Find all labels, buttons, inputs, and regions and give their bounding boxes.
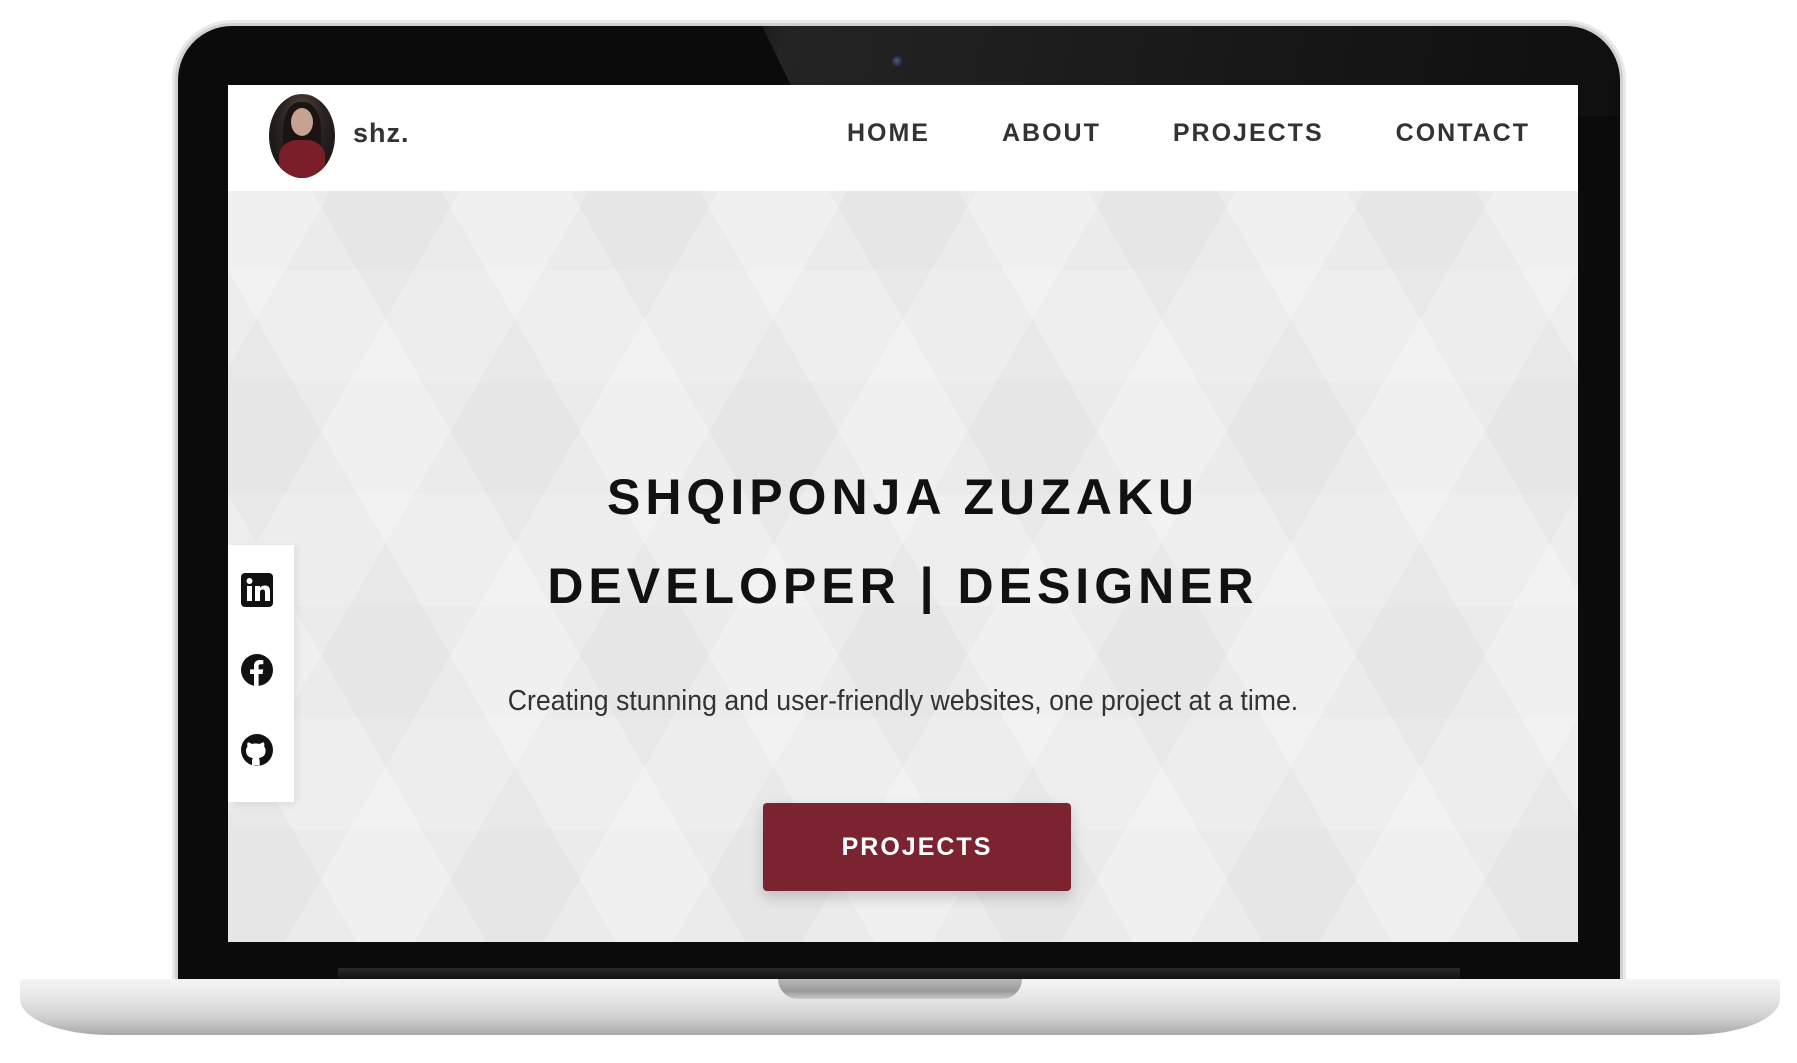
avatar[interactable] bbox=[269, 94, 335, 178]
nav-about[interactable]: ABOUT bbox=[1002, 119, 1101, 148]
navbar: shz. HOME ABOUT PROJECTS CONTACT bbox=[228, 85, 1578, 191]
hero-name: SHQIPONJA ZUZAKU bbox=[606, 469, 1200, 525]
hero-role: DEVELOPER | DESIGNER bbox=[547, 558, 1259, 614]
laptop-screen: shz. HOME ABOUT PROJECTS CONTACT SHQIPON… bbox=[228, 85, 1578, 942]
github-icon[interactable] bbox=[240, 731, 274, 769]
nav-links: HOME ABOUT PROJECTS CONTACT bbox=[847, 119, 1530, 148]
nav-home[interactable]: HOME bbox=[847, 119, 930, 148]
camera-icon bbox=[892, 56, 904, 68]
projects-button[interactable]: PROJECTS bbox=[763, 803, 1071, 891]
nav-contact[interactable]: CONTACT bbox=[1396, 119, 1530, 148]
facebook-icon[interactable] bbox=[240, 651, 274, 689]
avatar-body bbox=[279, 140, 325, 178]
brand-logo-text[interactable]: shz. bbox=[353, 118, 410, 149]
laptop-mockup: shz. HOME ABOUT PROJECTS CONTACT SHQIPON… bbox=[0, 0, 1797, 1063]
laptop-notch bbox=[778, 979, 1022, 999]
avatar-face bbox=[291, 108, 313, 136]
hero-tagline: Creating stunning and user-friendly webs… bbox=[507, 685, 1299, 717]
nav-projects[interactable]: PROJECTS bbox=[1173, 119, 1324, 148]
